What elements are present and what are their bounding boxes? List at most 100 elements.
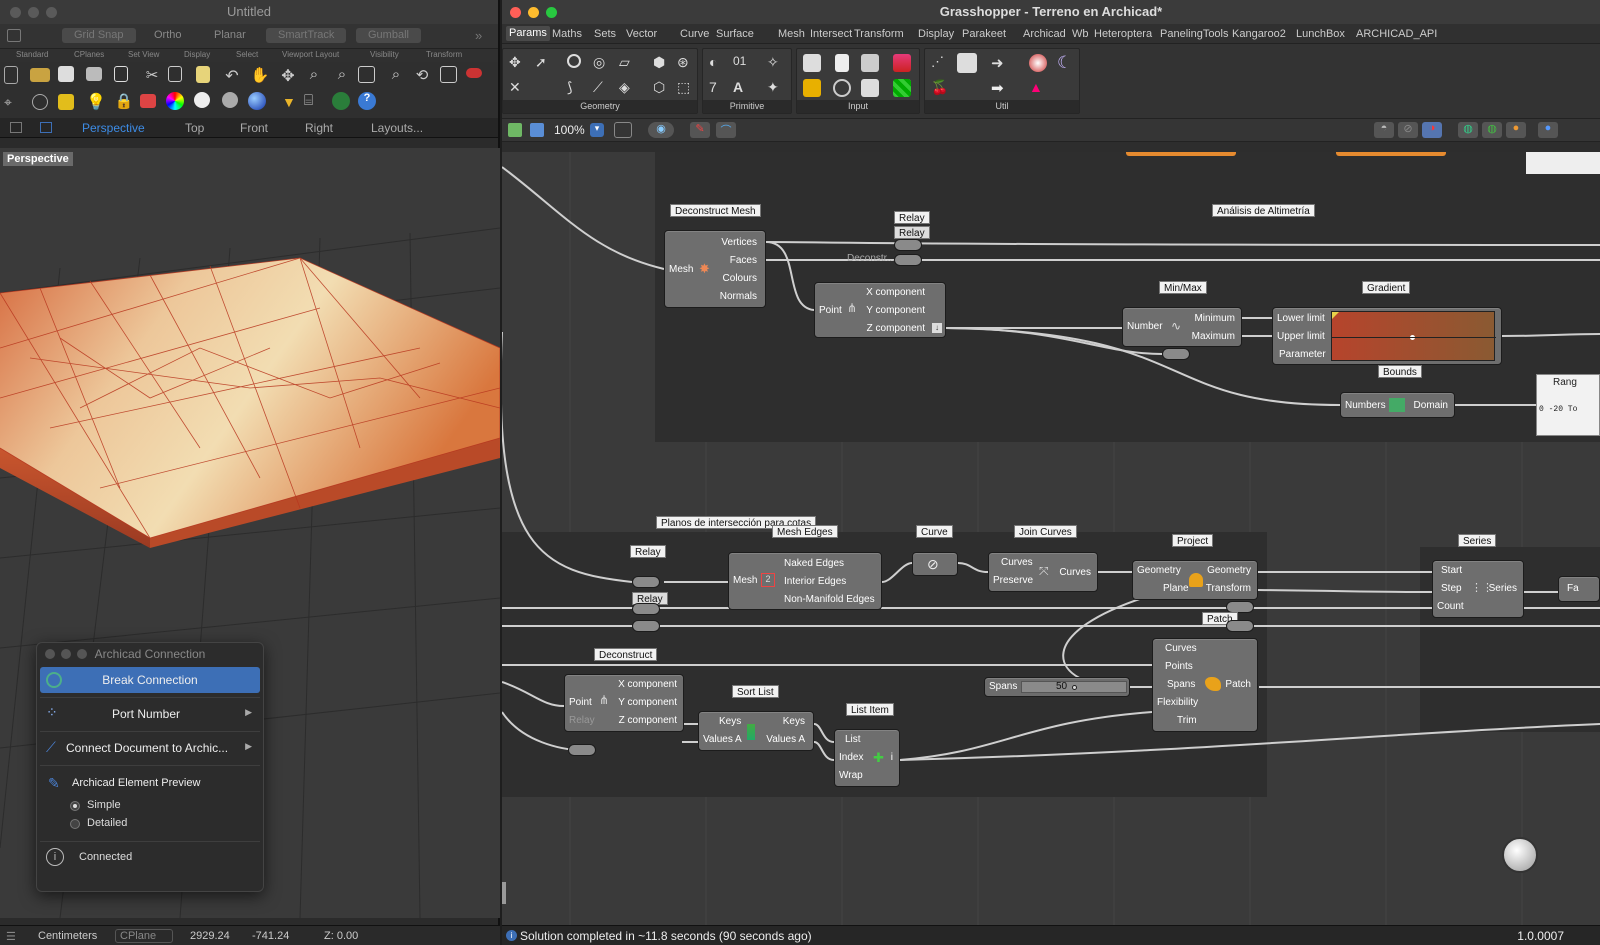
simple-label[interactable]: Simple bbox=[87, 799, 121, 811]
patch-input-trim[interactable]: Trim bbox=[1177, 715, 1197, 726]
param-point-icon[interactable]: ✥ bbox=[509, 54, 527, 72]
preview-render-icon[interactable]: ● bbox=[1538, 122, 1558, 138]
jc-output-curves[interactable]: Curves bbox=[1059, 567, 1091, 578]
open-folder-icon[interactable] bbox=[30, 68, 50, 82]
input-swatch-icon[interactable] bbox=[893, 54, 911, 72]
sort-output-keys[interactable]: Keys bbox=[783, 716, 805, 727]
save-icon[interactable] bbox=[58, 66, 74, 82]
tab-viewport-layout[interactable]: Viewport Layout bbox=[282, 50, 339, 59]
menu-tab-heteroptera[interactable]: Heteroptera bbox=[1094, 28, 1152, 40]
me-input-mesh[interactable]: Mesh bbox=[733, 575, 757, 586]
list-item-component[interactable]: List Index Wrap ✚ i bbox=[834, 729, 900, 787]
zoom-selected-icon[interactable]: ⌕ bbox=[386, 66, 406, 86]
canvas-scrollbar[interactable] bbox=[502, 882, 506, 904]
dm-input-mesh[interactable]: Mesh bbox=[669, 264, 693, 275]
dm-output-normals[interactable]: Normals bbox=[720, 291, 757, 302]
param-remove-icon[interactable]: ✕ bbox=[509, 79, 527, 97]
filter-icon[interactable]: ▼ bbox=[282, 94, 302, 114]
cplane-select[interactable]: CPlane bbox=[115, 929, 174, 943]
command-list-icon[interactable]: ☰ bbox=[6, 930, 16, 943]
four-viewports-icon[interactable] bbox=[440, 66, 457, 83]
menu-tab-mesh[interactable]: Mesh bbox=[778, 28, 805, 40]
spans-slider[interactable]: Spans 50 bbox=[984, 677, 1130, 697]
param-path-icon[interactable]: ✦ bbox=[767, 79, 785, 97]
gradient-swatch[interactable] bbox=[1331, 311, 1496, 361]
util-moon-icon[interactable]: ☾ bbox=[1057, 53, 1075, 72]
zoom-dropdown-icon[interactable]: ▾ bbox=[590, 123, 604, 137]
tab-front[interactable]: Front bbox=[240, 121, 268, 135]
menu-tab-surface[interactable]: Surface bbox=[716, 28, 754, 40]
slider-grip[interactable] bbox=[1072, 685, 1077, 690]
tab-set-view[interactable]: Set View bbox=[128, 50, 159, 59]
menu-tab-wb[interactable]: Wb bbox=[1072, 28, 1089, 40]
zoom-window-icon[interactable]: ⌕ bbox=[332, 66, 352, 86]
me-output-naked[interactable]: Naked Edges bbox=[784, 558, 844, 569]
mesh-edges-component[interactable]: Mesh 2 Naked Edges Interior Edges Non-Ma… bbox=[728, 552, 882, 610]
dp-top-output-z[interactable]: Z component bbox=[867, 323, 925, 334]
util-cone-icon[interactable]: ▲ bbox=[1029, 79, 1047, 97]
sort-output-values[interactable]: Values A bbox=[766, 734, 805, 745]
menu-tab-maths[interactable]: Maths bbox=[552, 28, 582, 40]
open-file-icon[interactable] bbox=[508, 123, 522, 137]
curve-param-component[interactable]: ⊘ bbox=[912, 552, 958, 576]
port-number-menu[interactable]: ⁘ Port Number ▶ bbox=[40, 701, 260, 727]
bounds-component[interactable]: Numbers Domain bbox=[1340, 392, 1455, 418]
util-galapagos-icon[interactable] bbox=[957, 53, 977, 73]
layer-icon[interactable] bbox=[140, 94, 156, 108]
group-title-altimetria[interactable]: Análisis de Altimetría bbox=[1212, 204, 1315, 217]
gh-canvas[interactable]: Análisis de Altimetría Planos de interse… bbox=[502, 152, 1600, 925]
preview-mesh-quality-icon[interactable]: ◍ bbox=[1482, 122, 1502, 138]
util-cherry-icon[interactable]: 🍒 bbox=[931, 79, 949, 97]
gradient-component[interactable]: Lower limit Upper limit Parameter bbox=[1272, 307, 1502, 365]
grid-snap-toggle[interactable]: Grid Snap bbox=[62, 28, 136, 43]
gradient-input-upper[interactable]: Upper limit bbox=[1277, 331, 1325, 342]
menu-tab-intersect[interactable]: Intersect bbox=[810, 28, 852, 40]
preview-colour-icon[interactable]: ● bbox=[1506, 122, 1526, 138]
deconstruct-mesh-component[interactable]: Mesh ✸ Vertices Faces Colours Normals bbox=[664, 230, 766, 308]
pan-hand-icon[interactable]: ✋ bbox=[250, 66, 270, 86]
undo-view-icon[interactable]: ⟲ bbox=[412, 66, 432, 86]
menu-tab-display[interactable]: Display bbox=[918, 28, 954, 40]
menu-tab-sets[interactable]: Sets bbox=[594, 28, 616, 40]
param-curve-icon[interactable]: ⟆ bbox=[567, 79, 585, 97]
project-output-transform[interactable]: Transform bbox=[1206, 583, 1251, 594]
detailed-label[interactable]: Detailed bbox=[87, 817, 127, 829]
smarttrack-toggle[interactable]: SmartTrack bbox=[266, 28, 347, 43]
param-text-icon[interactable]: A bbox=[733, 79, 751, 97]
util-data-output-icon[interactable]: ➡ bbox=[991, 79, 1009, 97]
dm-output-faces[interactable]: Faces bbox=[730, 255, 757, 266]
li-input-index[interactable]: Index bbox=[839, 752, 863, 763]
tab-right[interactable]: Right bbox=[305, 121, 333, 135]
simple-radio[interactable] bbox=[70, 801, 80, 811]
tab-display[interactable]: Display bbox=[184, 50, 210, 59]
close-window-button[interactable] bbox=[510, 7, 521, 18]
zoom-window-button[interactable] bbox=[546, 7, 557, 18]
preview-eye-icon[interactable]: ◉ bbox=[648, 122, 674, 138]
input-panel-icon[interactable] bbox=[835, 54, 849, 72]
minmax-output-maximum[interactable]: Maximum bbox=[1192, 331, 1235, 342]
canvas-panel-stub[interactable] bbox=[1526, 152, 1600, 174]
orange-component-stub[interactable] bbox=[1126, 152, 1236, 156]
input-toggle-icon[interactable] bbox=[861, 54, 879, 72]
minimize-window-button[interactable] bbox=[528, 7, 539, 18]
project-input-geometry[interactable]: Geometry bbox=[1137, 565, 1181, 576]
series-input-count[interactable]: Count bbox=[1437, 601, 1464, 612]
tab-transform[interactable]: Transform bbox=[426, 50, 462, 59]
preview-selected-icon[interactable]: ◍ bbox=[1458, 122, 1478, 138]
gumball-toggle[interactable]: Gumball bbox=[356, 28, 421, 43]
zoom-extents-icon[interactable] bbox=[614, 122, 632, 138]
relay-mid-1[interactable] bbox=[632, 576, 660, 588]
detailed-radio[interactable] bbox=[70, 819, 80, 829]
param-brep-icon[interactable]: ⬡ bbox=[653, 79, 671, 97]
me-output-nonmanifold[interactable]: Non-Manifold Edges bbox=[784, 594, 875, 605]
project-output-geometry[interactable]: Geometry bbox=[1207, 565, 1251, 576]
patch-input-flexibility[interactable]: Flexibility bbox=[1157, 697, 1198, 708]
tab-visibility[interactable]: Visibility bbox=[370, 50, 399, 59]
cplane-icon[interactable] bbox=[32, 94, 48, 110]
light-bulb-icon[interactable]: 💡 bbox=[86, 92, 106, 112]
param-plane-icon[interactable]: ◈ bbox=[619, 79, 637, 97]
input-value-list-icon[interactable] bbox=[861, 79, 879, 97]
project-input-plane[interactable]: Plane bbox=[1163, 583, 1189, 594]
shaded-sphere-icon[interactable] bbox=[222, 92, 238, 108]
relay-top-1[interactable] bbox=[894, 239, 922, 251]
